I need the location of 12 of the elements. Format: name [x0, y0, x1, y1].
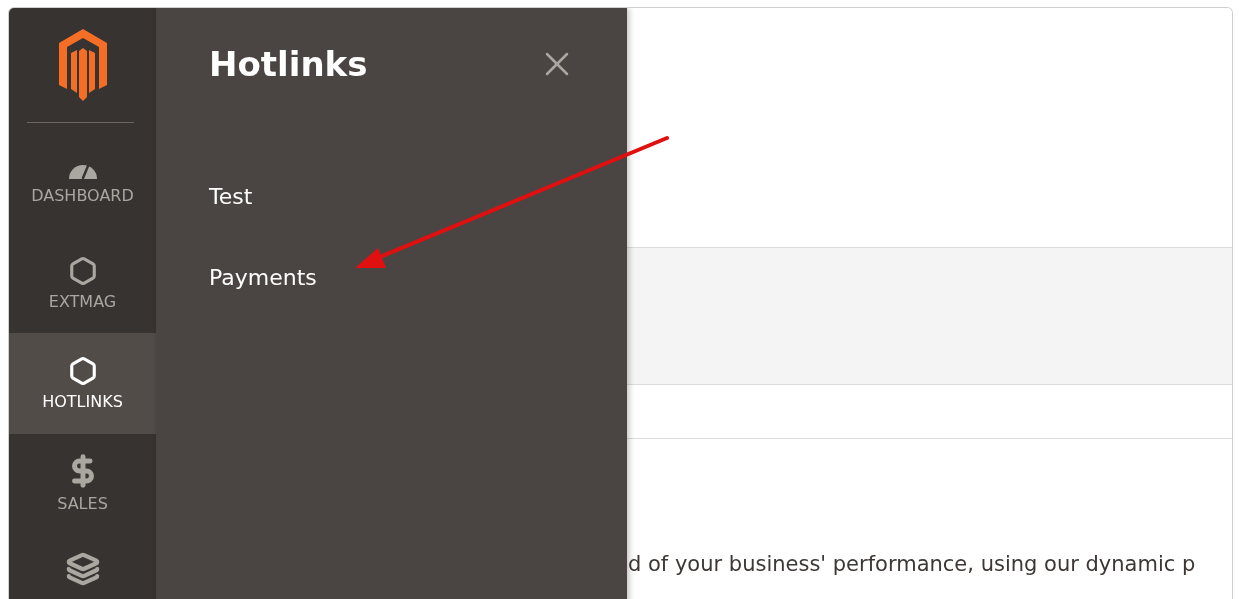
sidebar-item[interactable]: EXTMAG — [9, 232, 156, 334]
hexagon-icon — [67, 355, 98, 386]
hexagon-icon — [67, 255, 98, 286]
sidebar-item[interactable]: DASHBOARD — [9, 130, 156, 233]
sidebar-item[interactable]: HOTLINKS — [9, 333, 156, 434]
sidebar-item[interactable]: SALES — [9, 433, 156, 535]
logo-icon[interactable] — [58, 28, 107, 101]
layers-icon[interactable] — [65, 552, 100, 587]
description-text: d of your business' performance, using our dynamic p — [628, 552, 1197, 576]
flyout-menu-item[interactable]: Payments — [209, 265, 627, 290]
flyout-menu-item[interactable]: Test — [209, 184, 627, 209]
flyout-title: Hotlinks — [209, 44, 368, 84]
